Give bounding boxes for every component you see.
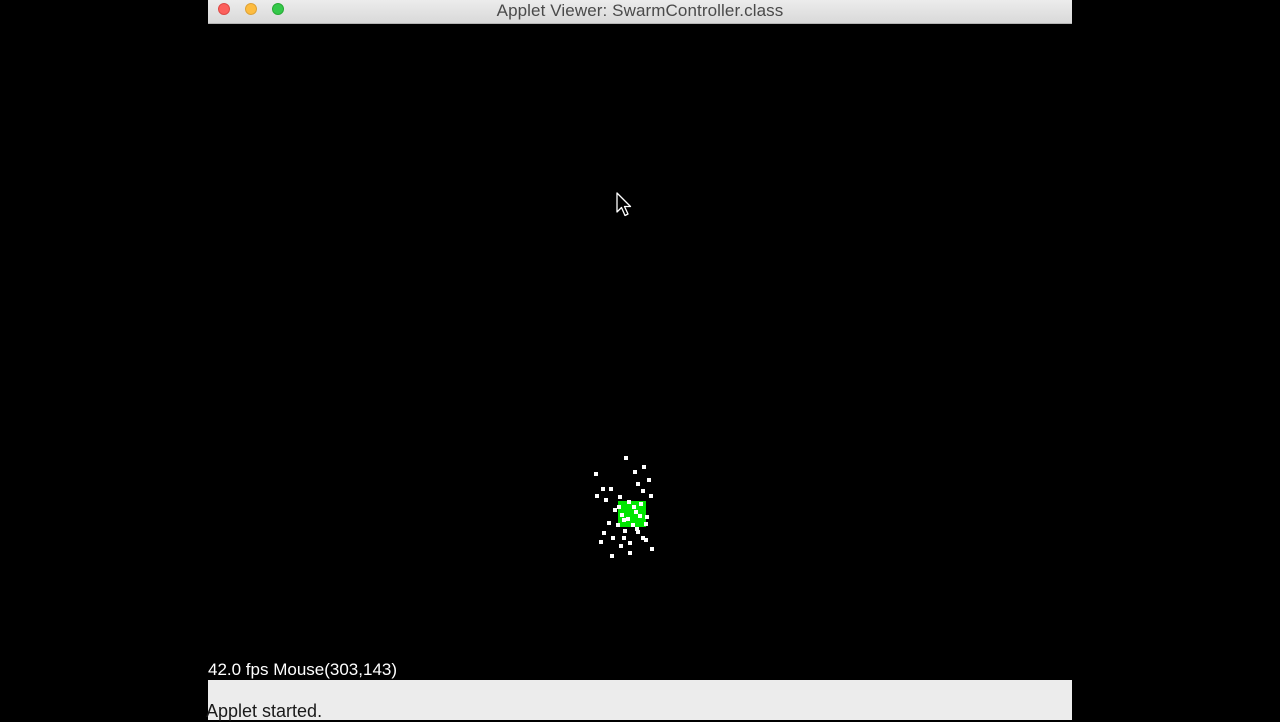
swarm-particle bbox=[623, 529, 627, 533]
swarm-particle bbox=[619, 544, 623, 548]
swarm-particle bbox=[633, 470, 637, 474]
status-text: Applet started. bbox=[206, 701, 323, 721]
swarm-particle bbox=[610, 554, 614, 558]
swarm-particle bbox=[641, 489, 645, 493]
mouse-pointer-icon bbox=[616, 192, 632, 217]
swarm-particle bbox=[594, 472, 598, 476]
window-title: Applet Viewer: SwarmController.class bbox=[496, 1, 784, 20]
swarm-particle bbox=[604, 498, 608, 502]
title-bar[interactable]: Applet Viewer: SwarmController.class bbox=[208, 0, 1072, 24]
swarm-particle bbox=[628, 551, 632, 555]
fps-mouse-readout: 42.0 fps Mouse(303,143) bbox=[208, 660, 398, 679]
swarm-particle bbox=[641, 536, 645, 540]
swarm-particle bbox=[647, 478, 651, 482]
swarm-particle bbox=[649, 494, 653, 498]
swarm-particle bbox=[631, 523, 635, 527]
swarm-particle bbox=[620, 513, 624, 517]
swarm-particle bbox=[628, 541, 632, 545]
swarm-particle bbox=[636, 530, 640, 534]
swarm-particle bbox=[639, 502, 643, 506]
swarm-particle bbox=[650, 547, 654, 551]
swarm-particle bbox=[638, 514, 642, 518]
swarm-particle bbox=[595, 494, 599, 498]
swarm-view bbox=[594, 456, 654, 558]
swarm-particle bbox=[613, 508, 617, 512]
swarm-particle bbox=[627, 500, 631, 504]
status-bar: Applet started. bbox=[206, 680, 1072, 721]
swarm-particle bbox=[634, 510, 638, 514]
swarm-particle bbox=[616, 523, 620, 527]
swarm-particle bbox=[632, 505, 636, 509]
swarm-particle bbox=[642, 465, 646, 469]
swarm-particle bbox=[622, 518, 626, 522]
applet-viewer-window: Applet Viewer: SwarmController.class 42.… bbox=[206, 0, 1072, 721]
swarm-particle bbox=[602, 531, 606, 535]
swarm-particle bbox=[645, 515, 649, 519]
swarm-particle bbox=[607, 521, 611, 525]
swarm-particle bbox=[617, 505, 621, 509]
swarm-particle bbox=[618, 495, 622, 499]
swarm-particle bbox=[601, 487, 605, 491]
swarm-particle bbox=[636, 482, 640, 486]
swarm-particle bbox=[609, 487, 613, 491]
swarm-particle bbox=[644, 522, 648, 526]
swarm-particle bbox=[622, 536, 626, 540]
swarm-particle bbox=[624, 456, 628, 460]
applet-canvas[interactable]: 42.0 fps Mouse(303,143) bbox=[208, 24, 1072, 680]
swarm-particle bbox=[626, 517, 630, 521]
swarm-particle bbox=[599, 540, 603, 544]
swarm-particle bbox=[611, 536, 615, 540]
